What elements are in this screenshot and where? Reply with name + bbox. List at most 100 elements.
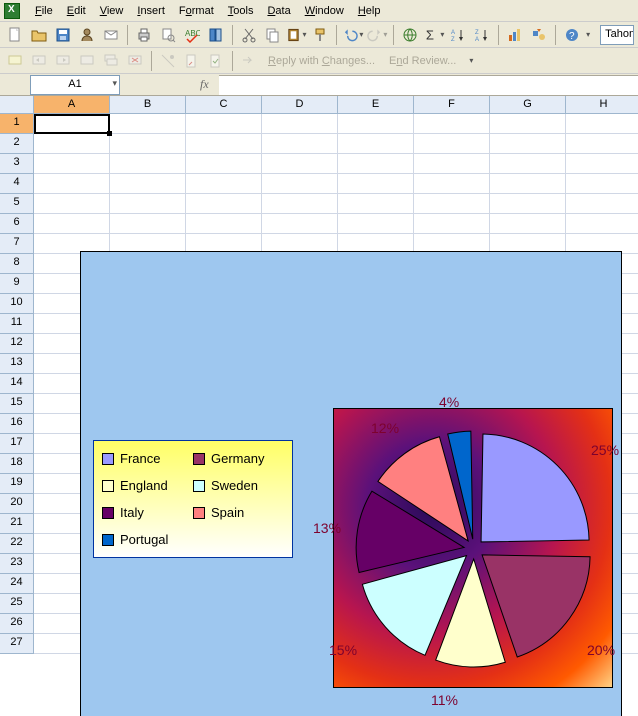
sort-asc-button[interactable]: AZ	[447, 24, 469, 46]
cell[interactable]	[414, 134, 490, 154]
save-button[interactable]	[52, 24, 74, 46]
row-header[interactable]: 2	[0, 134, 34, 154]
cell[interactable]	[186, 214, 262, 234]
cut-button[interactable]	[238, 24, 260, 46]
spelling-button[interactable]: ABC	[181, 24, 203, 46]
row-header[interactable]: 17	[0, 434, 34, 454]
row-header[interactable]: 4	[0, 174, 34, 194]
cell[interactable]	[262, 214, 338, 234]
cell[interactable]	[414, 194, 490, 214]
cell[interactable]	[186, 134, 262, 154]
cell[interactable]	[186, 154, 262, 174]
row-header[interactable]: 26	[0, 614, 34, 634]
cell[interactable]	[262, 134, 338, 154]
cell[interactable]	[110, 154, 186, 174]
reply-with-changes-button[interactable]: RReply with Changes...eply with Changes.…	[262, 55, 381, 67]
toolbar-options-icon[interactable]: ▾	[468, 56, 473, 65]
pie-slice[interactable]	[481, 434, 589, 542]
legend-item[interactable]: Germany	[193, 451, 284, 466]
legend-item[interactable]: England	[102, 478, 193, 493]
cell[interactable]	[566, 154, 638, 174]
row-header[interactable]: 18	[0, 454, 34, 474]
menu-help[interactable]: Help	[351, 3, 388, 19]
formula-input[interactable]	[219, 75, 638, 95]
cell[interactable]	[414, 114, 490, 134]
cell[interactable]	[262, 114, 338, 134]
name-box[interactable]: A1	[30, 75, 120, 95]
column-header[interactable]: C	[186, 96, 262, 114]
show-ink-button[interactable]	[157, 50, 179, 72]
cell[interactable]	[186, 174, 262, 194]
column-header[interactable]: A	[34, 96, 110, 114]
autosum-button[interactable]: Σ▾	[423, 24, 445, 46]
legend-item[interactable]: Sweden	[193, 478, 284, 493]
row-header[interactable]: 8	[0, 254, 34, 274]
cell[interactable]	[566, 174, 638, 194]
menu-insert[interactable]: Insert	[130, 3, 172, 19]
cell[interactable]	[186, 114, 262, 134]
row-header[interactable]: 16	[0, 414, 34, 434]
cell[interactable]	[34, 214, 110, 234]
cell[interactable]	[338, 214, 414, 234]
row-header[interactable]: 1	[0, 114, 34, 134]
show-all-comments-button[interactable]	[100, 50, 122, 72]
menu-edit[interactable]: Edit	[60, 3, 93, 19]
next-comment-button[interactable]	[52, 50, 74, 72]
open-button[interactable]	[28, 24, 50, 46]
row-header[interactable]: 14	[0, 374, 34, 394]
prev-comment-button[interactable]	[28, 50, 50, 72]
cell[interactable]	[34, 134, 110, 154]
row-header[interactable]: 20	[0, 494, 34, 514]
row-header[interactable]: 27	[0, 634, 34, 654]
drawing-button[interactable]	[528, 24, 550, 46]
sort-desc-button[interactable]: ZA	[471, 24, 493, 46]
legend-item[interactable]: France	[102, 451, 193, 466]
cell[interactable]	[34, 114, 110, 134]
cell[interactable]	[338, 134, 414, 154]
cell[interactable]	[186, 194, 262, 214]
legend-item[interactable]: Italy	[102, 505, 193, 520]
accept-change-button[interactable]	[205, 50, 227, 72]
hyperlink-button[interactable]	[399, 24, 421, 46]
row-header[interactable]: 13	[0, 354, 34, 374]
cell[interactable]	[566, 114, 638, 134]
column-header[interactable]: G	[490, 96, 566, 114]
redo-button[interactable]: ▾	[366, 24, 388, 46]
row-header[interactable]: 21	[0, 514, 34, 534]
cell[interactable]	[490, 194, 566, 214]
row-header[interactable]: 12	[0, 334, 34, 354]
menu-view[interactable]: View	[93, 3, 131, 19]
cell[interactable]	[338, 174, 414, 194]
cell[interactable]	[34, 174, 110, 194]
cell[interactable]	[490, 174, 566, 194]
legend-item[interactable]: Spain	[193, 505, 284, 520]
reply-icon[interactable]	[238, 50, 260, 72]
end-review-button[interactable]: End Review...	[383, 55, 462, 67]
cell[interactable]	[34, 154, 110, 174]
cell[interactable]	[262, 174, 338, 194]
column-header[interactable]: F	[414, 96, 490, 114]
cell[interactable]	[490, 114, 566, 134]
delete-comment-button[interactable]	[124, 50, 146, 72]
cell[interactable]	[414, 154, 490, 174]
format-painter-button[interactable]	[309, 24, 331, 46]
menu-file[interactable]: File	[28, 3, 60, 19]
menu-data[interactable]: Data	[260, 3, 297, 19]
row-header[interactable]: 11	[0, 314, 34, 334]
menu-tools[interactable]: Tools	[221, 3, 261, 19]
legend-item[interactable]: Portugal	[102, 532, 198, 547]
row-header[interactable]: 7	[0, 234, 34, 254]
show-comment-button[interactable]	[76, 50, 98, 72]
row-header[interactable]: 25	[0, 594, 34, 614]
fx-icon[interactable]: fx	[200, 77, 209, 92]
column-header[interactable]: B	[110, 96, 186, 114]
select-all-corner[interactable]	[0, 96, 34, 114]
row-header[interactable]: 15	[0, 394, 34, 414]
cell[interactable]	[566, 134, 638, 154]
new-comment-button[interactable]	[4, 50, 26, 72]
chart-plot-area[interactable]	[333, 408, 613, 688]
cell[interactable]	[110, 194, 186, 214]
research-button[interactable]	[205, 24, 227, 46]
cell[interactable]	[490, 134, 566, 154]
cell[interactable]	[338, 194, 414, 214]
